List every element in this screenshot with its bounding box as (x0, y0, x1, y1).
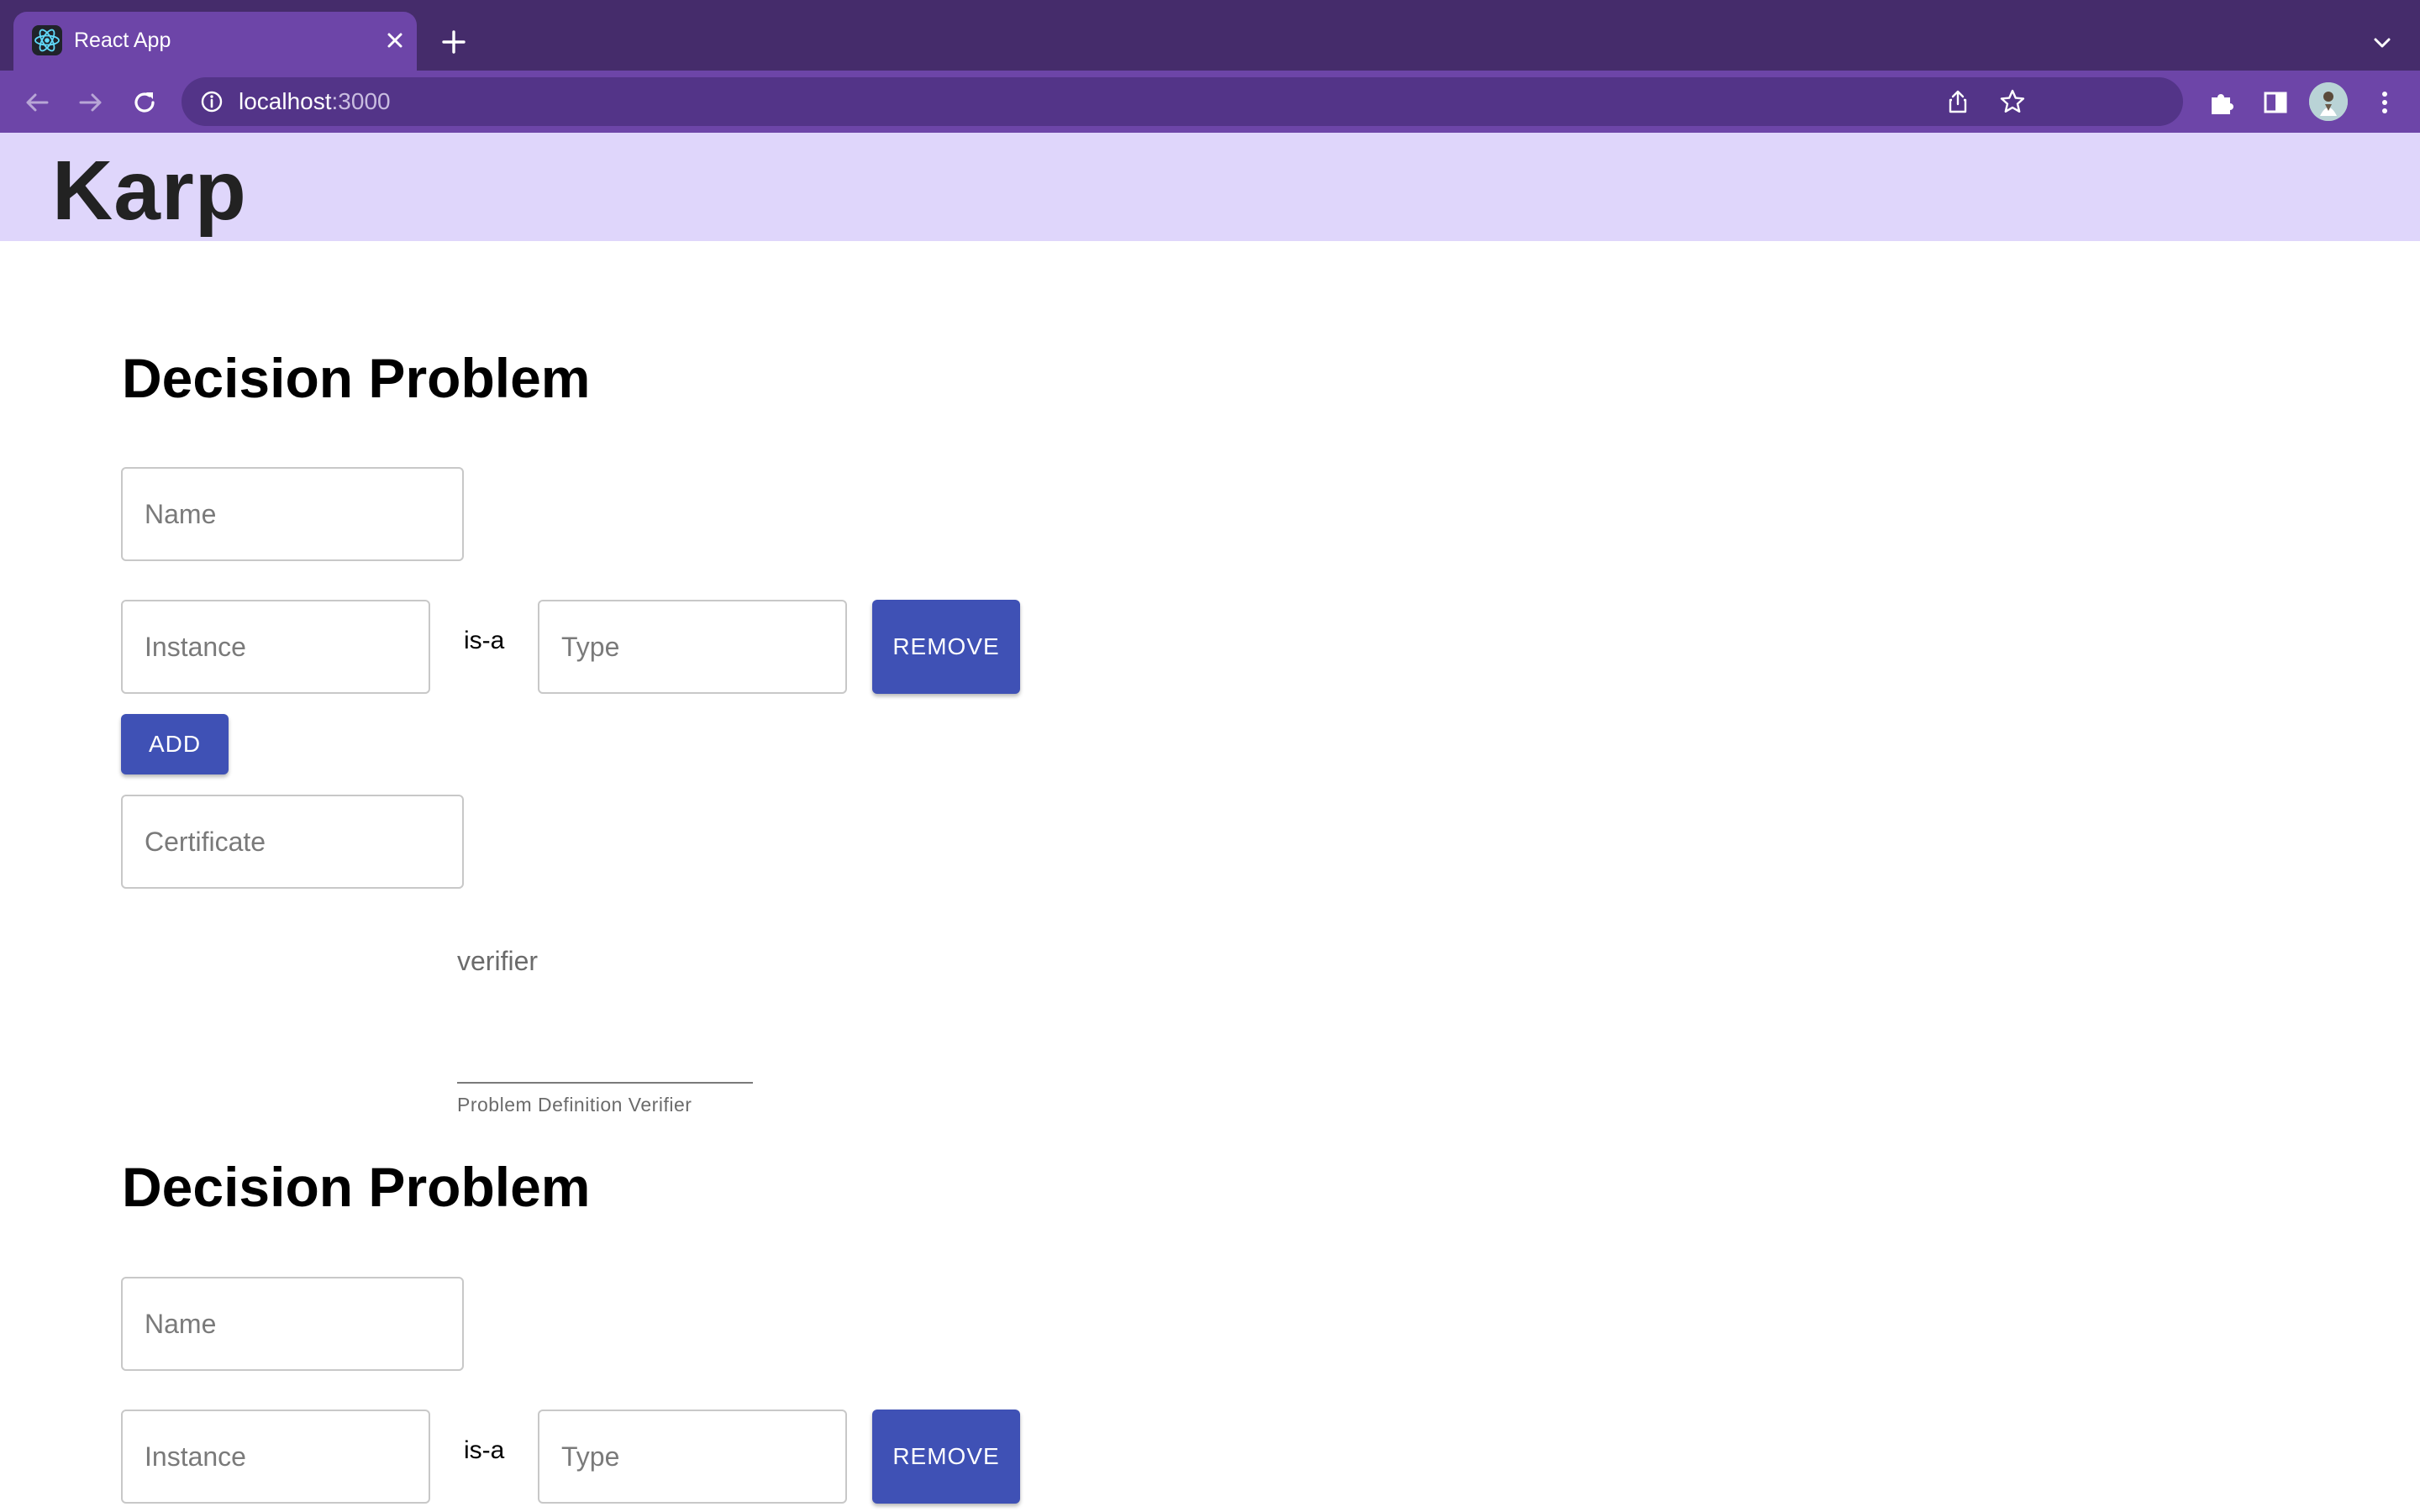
address-bar[interactable]: localhost:3000 (182, 77, 2183, 126)
react-logo-icon (32, 25, 62, 55)
verifier-helper-text: Problem Definition Verifier (457, 1094, 692, 1116)
browser-tab-strip: React App (0, 0, 2420, 71)
site-info-icon[interactable] (198, 88, 225, 115)
side-panel-icon[interactable] (2259, 86, 2292, 119)
profile-avatar[interactable] (2309, 82, 2348, 121)
type-field[interactable] (538, 600, 847, 694)
instance-input[interactable] (123, 1411, 429, 1502)
verifier-input-underline[interactable] (457, 1082, 753, 1084)
back-arrow-icon[interactable] (20, 86, 54, 119)
name-input[interactable] (123, 1278, 462, 1369)
add-button[interactable]: ADD (121, 714, 229, 774)
tab-title: React App (74, 29, 171, 52)
section-heading: Decision Problem (122, 347, 591, 409)
url-text[interactable]: localhost:3000 (239, 88, 391, 115)
remove-button[interactable]: REMOVE (872, 600, 1020, 694)
is-a-label: is-a (464, 1436, 505, 1464)
type-field[interactable] (538, 1410, 847, 1504)
browser-tab[interactable]: React App (13, 12, 417, 71)
instance-input[interactable] (123, 601, 429, 692)
bookmark-star-icon[interactable] (1998, 87, 2027, 116)
name-input[interactable] (123, 469, 462, 559)
more-menu-icon[interactable] (2368, 86, 2402, 119)
extensions-puzzle-icon[interactable] (2205, 86, 2238, 119)
certificate-input[interactable] (123, 796, 462, 887)
certificate-field[interactable] (121, 795, 464, 889)
forward-arrow-icon[interactable] (74, 86, 108, 119)
type-input[interactable] (539, 1411, 845, 1502)
chevron-down-icon[interactable] (2368, 29, 2396, 57)
is-a-label: is-a (464, 627, 505, 654)
app-title: Karp (52, 144, 247, 238)
share-icon[interactable] (1944, 88, 1971, 115)
close-tab-icon[interactable] (380, 25, 410, 55)
type-input[interactable] (539, 601, 845, 692)
section-heading: Decision Problem (122, 1156, 591, 1218)
name-field[interactable] (121, 1277, 464, 1371)
new-tab-icon[interactable] (437, 25, 471, 59)
verifier-label: verifier (457, 946, 539, 976)
remove-button[interactable]: REMOVE (872, 1410, 1020, 1504)
instance-field[interactable] (121, 1410, 430, 1504)
reload-icon[interactable] (128, 86, 161, 119)
app-header: Karp (0, 133, 2420, 241)
browser-toolbar: localhost:3000 (0, 71, 2420, 133)
instance-field[interactable] (121, 600, 430, 694)
name-field[interactable] (121, 467, 464, 561)
